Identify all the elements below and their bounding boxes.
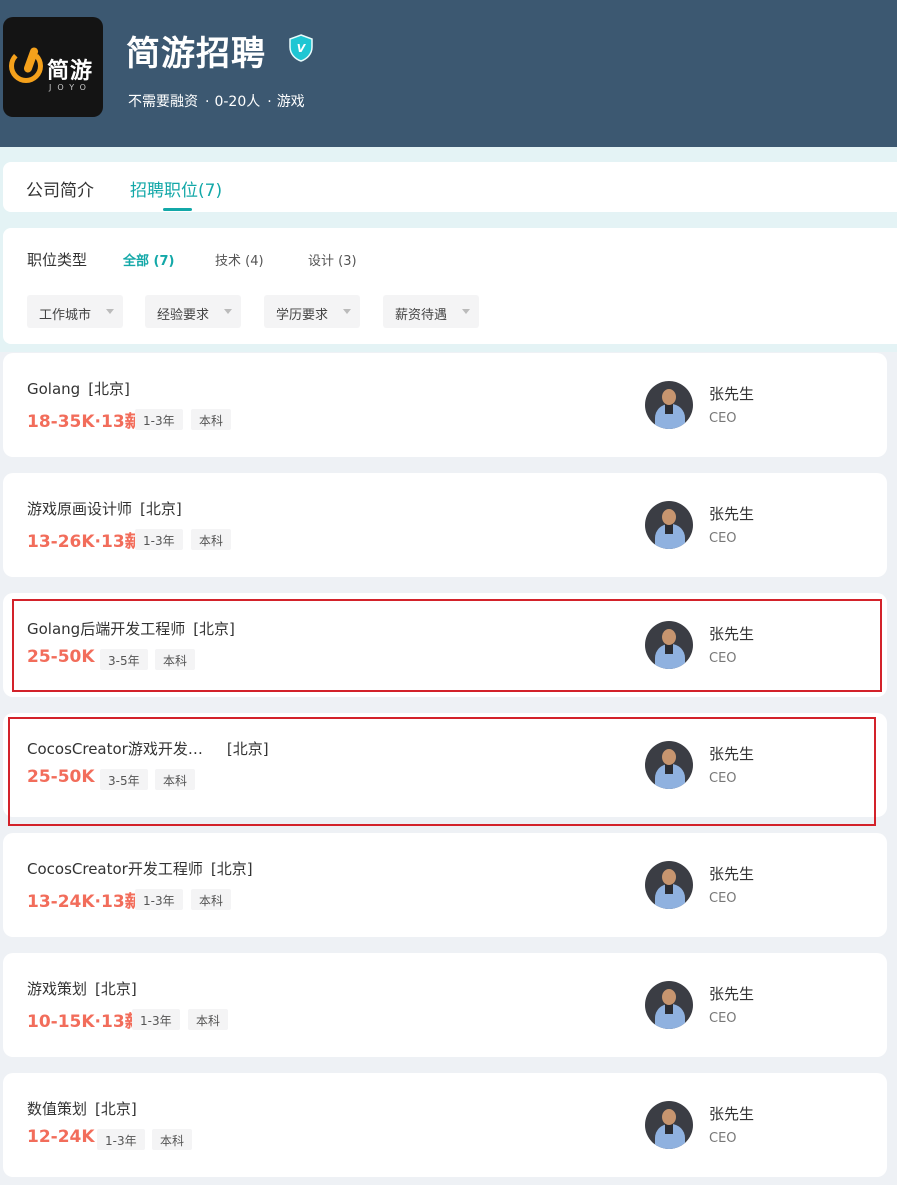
recruiter-title: CEO [709, 531, 737, 546]
job-card[interactable]: 游戏策划 [北京] 10-15K·13薪 1-3年 本科 张先生 CEO [3, 953, 887, 1057]
degree-tag: 本科 [188, 1009, 229, 1030]
degree-tag: 本科 [191, 409, 232, 430]
job-salary: 25-50K [27, 767, 95, 787]
filter-experience-dropdown[interactable]: 经验要求 [145, 295, 241, 328]
recruiter-avatar [645, 741, 693, 789]
job-salary: 12-24K [27, 1127, 95, 1147]
job-city: [北京] [193, 620, 235, 638]
recruiter-name: 张先生 [709, 865, 755, 883]
industry: 游戏 [276, 94, 305, 110]
job-salary: 25-50K [27, 647, 95, 667]
job-card[interactable]: CocosCreator开发工程师 [北京] 13-24K·13薪 1-3年 本科… [3, 833, 887, 937]
job-title: 游戏原画设计师 [北京] [27, 500, 182, 518]
active-tab-indicator [163, 208, 192, 211]
job-title: CocosCreator游戏开发… [北京] [27, 740, 269, 758]
recruiter-avatar [645, 621, 693, 669]
job-city: [北京] [88, 380, 130, 398]
job-type-label: 职位类型 [27, 251, 88, 269]
experience-tag: 3-5年 [100, 769, 148, 790]
job-card[interactable]: 数值策划 [北京] 12-24K 1-3年 本科 张先生 CEO [3, 1073, 887, 1177]
job-filters: 职位类型 全部 (7) 技术 (4) 设计 (3) 工作城市 经验要求 学历要求… [3, 228, 897, 344]
job-salary: 13-26K·13薪 [27, 532, 142, 552]
caret-down-icon [462, 309, 470, 314]
caret-down-icon [106, 309, 114, 314]
tab-job-openings[interactable]: 招聘职位(7) [130, 176, 222, 201]
recruiter-avatar [645, 861, 693, 909]
job-city: [北京] [95, 1100, 137, 1118]
experience-tag: 1-3年 [132, 1009, 180, 1030]
recruiter-name: 张先生 [709, 505, 755, 523]
job-title: Golang [北京] [27, 380, 130, 398]
filter-education-dropdown[interactable]: 学历要求 [264, 295, 360, 328]
degree-tag: 本科 [191, 889, 232, 910]
experience-tag: 1-3年 [135, 889, 183, 910]
tab-company-intro[interactable]: 公司简介 [26, 176, 94, 201]
job-title: 数值策划 [北京] [27, 1100, 137, 1118]
experience-tag: 1-3年 [135, 409, 183, 430]
job-card[interactable]: Golang [北京] 18-35K·13薪 1-3年 本科 张先生 CEO [3, 353, 887, 457]
job-card[interactable]: 游戏原画设计师 [北京] 13-26K·13薪 1-3年 本科 张先生 CEO [3, 473, 887, 577]
recruiter-avatar [645, 1101, 693, 1149]
job-title: CocosCreator开发工程师 [北京] [27, 860, 253, 878]
job-city: [北京] [95, 980, 137, 998]
recruiter-title: CEO [709, 1131, 737, 1146]
company-size: 0-20人 [214, 94, 261, 110]
recruiter-avatar [645, 981, 693, 1029]
recruiter-title: CEO [709, 651, 737, 666]
verified-shield-icon: V [289, 34, 313, 62]
recruiter-name: 张先生 [709, 385, 755, 403]
logo-subtitle: JOYO [49, 83, 92, 92]
degree-tag: 本科 [155, 769, 196, 790]
recruiter-name: 张先生 [709, 745, 755, 763]
caret-down-icon [343, 309, 351, 314]
job-city: [北京] [226, 740, 269, 758]
job-salary: 13-24K·13薪 [27, 892, 142, 912]
company-meta: 不需要融资 · 0-20人 · 游戏 [128, 94, 305, 110]
company-logo: 简游 JOYO [3, 17, 103, 117]
category-design[interactable]: 设计 (3) [308, 250, 357, 269]
filter-salary-dropdown[interactable]: 薪资待遇 [383, 295, 479, 328]
svg-text:V: V [297, 42, 307, 55]
job-salary: 10-15K·13薪 [27, 1012, 142, 1032]
job-title: 游戏策划 [北京] [27, 980, 137, 998]
experience-tag: 1-3年 [97, 1129, 145, 1150]
logo-wordmark: 简游 [47, 59, 94, 84]
company-name: 简游招聘 [126, 34, 266, 74]
recruiter-avatar [645, 381, 693, 429]
recruiter-title: CEO [709, 1011, 737, 1026]
job-city: [北京] [140, 500, 182, 518]
degree-tag: 本科 [152, 1129, 193, 1150]
recruiter-name: 张先生 [709, 1105, 755, 1123]
company-header: 简游 JOYO 简游招聘 V 不需要融资 · 0-20人 · 游戏 [0, 0, 897, 147]
job-card[interactable]: Golang后端开发工程师 [北京] 25-50K 3-5年 本科 张先生 CEO [3, 593, 887, 697]
job-salary: 18-35K·13薪 [27, 412, 142, 432]
filter-city-dropdown[interactable]: 工作城市 [27, 295, 123, 328]
degree-tag: 本科 [155, 649, 196, 670]
recruiter-name: 张先生 [709, 625, 755, 643]
recruiter-title: CEO [709, 411, 737, 426]
job-city: [北京] [210, 860, 253, 878]
category-all[interactable]: 全部 (7) [123, 250, 174, 269]
caret-down-icon [224, 309, 232, 314]
job-title: Golang后端开发工程师 [北京] [27, 620, 235, 638]
tab-bar: 公司简介 招聘职位(7) [3, 162, 897, 212]
experience-tag: 3-5年 [100, 649, 148, 670]
recruiter-name: 张先生 [709, 985, 755, 1003]
job-card[interactable]: CocosCreator游戏开发… [北京] 25-50K 3-5年 本科 张先生… [3, 713, 887, 817]
recruiter-avatar [645, 501, 693, 549]
recruiter-title: CEO [709, 891, 737, 906]
recruiter-title: CEO [709, 771, 737, 786]
funding-stage: 不需要融资 [128, 94, 198, 110]
experience-tag: 1-3年 [135, 529, 183, 550]
category-tech[interactable]: 技术 (4) [215, 250, 264, 269]
degree-tag: 本科 [191, 529, 232, 550]
